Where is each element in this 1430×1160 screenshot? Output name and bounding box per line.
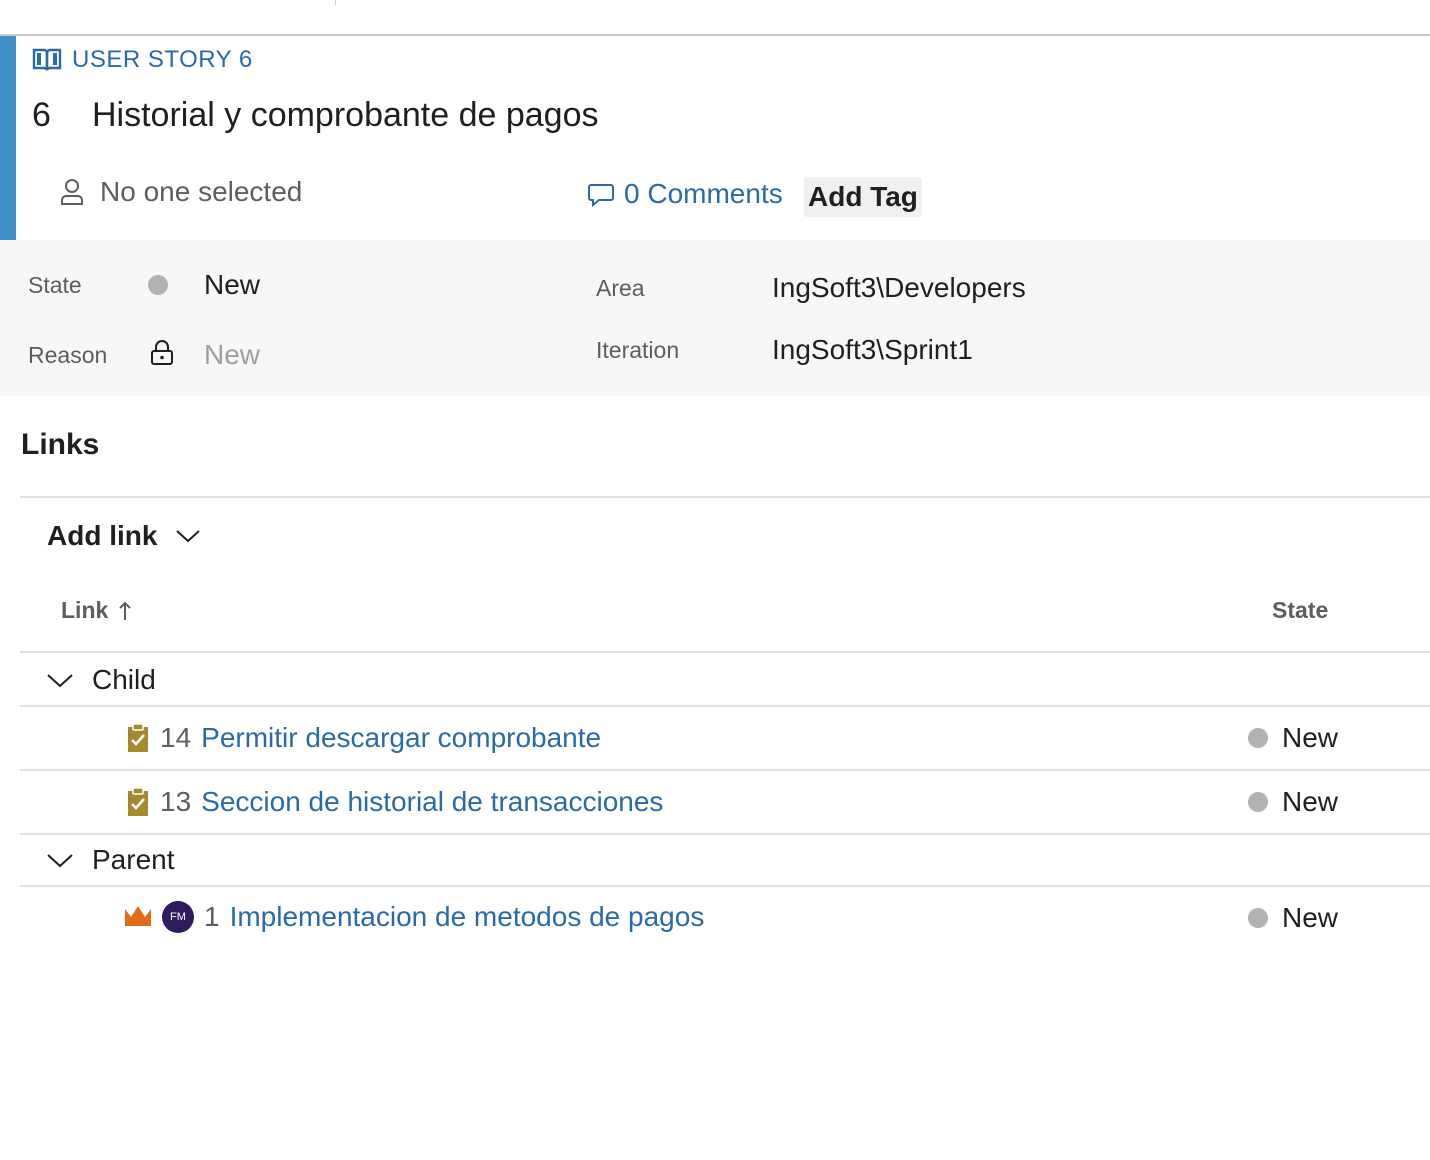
link-row-state: New: [1248, 786, 1338, 818]
link-row-parent-1[interactable]: FM 1 Implementacion de metodos de pagos: [124, 901, 704, 933]
state-value[interactable]: New: [204, 269, 260, 301]
chevron-down-icon: [176, 530, 201, 543]
task-clipboard-icon: [128, 787, 148, 816]
links-section-title: Links: [21, 428, 100, 461]
link-item-id: 13: [160, 786, 192, 817]
chevron-down-icon: [47, 854, 73, 868]
task-clipboard-icon: [128, 723, 148, 752]
state-dot-icon: [148, 275, 168, 295]
links-divider: [20, 496, 1430, 498]
group-parent-label: Parent: [92, 844, 175, 875]
work-item-type: USER STORY 6: [32, 46, 253, 74]
work-item-id: 6: [32, 96, 51, 134]
person-icon: [61, 179, 83, 205]
link-item-title[interactable]: Seccion de historial de transacciones: [201, 786, 663, 818]
work-item-type-label: USER STORY 6: [72, 46, 253, 73]
link-item-state: New: [1282, 722, 1339, 753]
state-dot-icon: [1248, 728, 1268, 748]
group-child-label: Child: [92, 664, 156, 695]
work-item-type-accent: [0, 36, 16, 240]
add-link-label: Add link: [47, 520, 158, 551]
assigned-to-value: No one selected: [100, 176, 303, 207]
comments-label: 0 Comments: [624, 178, 783, 209]
area-value[interactable]: IngSoft3\Developers: [772, 272, 1026, 304]
link-row-state: New: [1248, 902, 1338, 934]
reason-label: Reason: [28, 342, 108, 368]
area-label: Area: [596, 275, 645, 301]
state-dot-icon: [1248, 908, 1268, 928]
link-item-state: New: [1282, 902, 1339, 933]
state-dot-icon: [1248, 792, 1268, 812]
state-label: State: [28, 272, 82, 298]
work-item-title[interactable]: Historial y comprobante de pagos: [92, 96, 599, 135]
add-tag-button[interactable]: Add Tag: [804, 177, 922, 217]
sort-ascending-icon: [119, 601, 131, 620]
group-parent-toggle[interactable]: Parent: [46, 844, 175, 876]
link-row-child-14[interactable]: 14 Permitir descargar comprobante: [126, 722, 601, 754]
link-item-title[interactable]: Implementacion de metodos de pagos: [230, 901, 705, 933]
iteration-label: Iteration: [596, 337, 680, 363]
state-column-header[interactable]: State: [1272, 597, 1328, 624]
assigned-to-field[interactable]: No one selected: [60, 176, 302, 208]
group-child-toggle[interactable]: Child: [46, 664, 156, 696]
row-divider: [20, 885, 1430, 887]
link-column-header[interactable]: Link: [61, 597, 132, 624]
row-divider: [20, 833, 1430, 835]
link-item-id: 14: [160, 722, 192, 753]
fields-panel: State New Reason New Area IngSoft3\Devel…: [0, 240, 1430, 396]
table-header-divider: [20, 651, 1430, 653]
link-column-label: Link: [61, 597, 109, 623]
link-item-state: New: [1282, 786, 1339, 817]
add-link-button[interactable]: Add link: [47, 520, 201, 552]
work-item-header: USER STORY 6 6 Historial y comprobante d…: [0, 36, 1430, 240]
reason-value: New: [204, 339, 261, 370]
comments-link[interactable]: 0 Comments: [588, 178, 783, 210]
work-item-title-row: 6 Historial y comprobante de pagos: [32, 96, 599, 135]
lock-icon: [151, 340, 173, 365]
row-divider: [20, 705, 1430, 707]
epic-crown-icon: [125, 906, 151, 926]
iteration-value[interactable]: IngSoft3\Sprint1: [772, 334, 973, 366]
top-divider-stub: [335, 0, 336, 5]
link-row-state: New: [1248, 722, 1338, 754]
row-divider: [20, 769, 1430, 771]
link-row-child-13[interactable]: 13 Seccion de historial de transacciones: [126, 786, 663, 818]
avatar: FM: [162, 901, 194, 933]
link-item-title[interactable]: Permitir descargar comprobante: [201, 722, 601, 754]
chevron-down-icon: [47, 674, 73, 688]
user-story-book-icon: [32, 48, 62, 71]
comment-icon: [588, 184, 614, 207]
link-item-id: 1: [204, 901, 220, 932]
